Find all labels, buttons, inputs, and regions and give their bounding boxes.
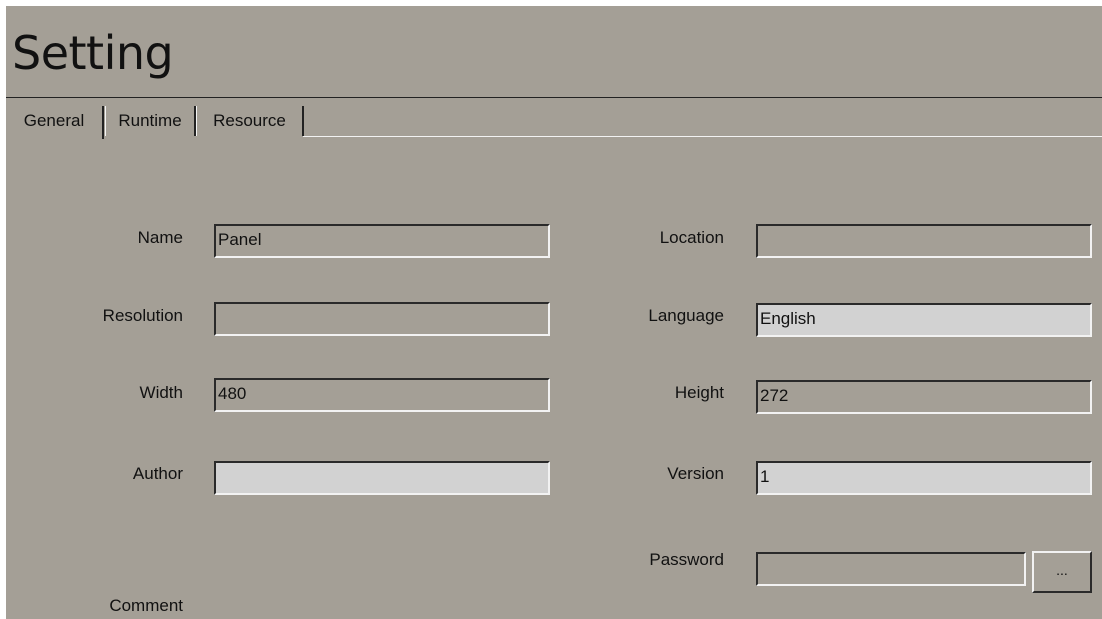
- password-browse-button[interactable]: ...: [1032, 551, 1092, 593]
- author-label: Author: [132, 464, 183, 483]
- version-label: Version: [667, 464, 724, 483]
- page-title: Setting: [12, 26, 174, 80]
- tab-bar: General Runtime Resource: [6, 106, 1102, 139]
- password-label: Password: [649, 550, 724, 569]
- tab-resource[interactable]: Resource: [196, 106, 304, 136]
- tab-runtime[interactable]: Runtime: [105, 106, 196, 136]
- height-field[interactable]: 272: [756, 380, 1092, 414]
- password-field[interactable]: [756, 552, 1026, 586]
- width-label: Width: [139, 383, 183, 402]
- height-label: Height: [674, 383, 724, 402]
- location-field[interactable]: [756, 224, 1092, 258]
- tab-baseline: [303, 136, 1102, 137]
- name-field[interactable]: Panel: [214, 224, 550, 258]
- resolution-label: Resolution: [102, 306, 183, 325]
- location-label: Location: [659, 228, 724, 247]
- author-field[interactable]: [214, 461, 550, 495]
- width-field[interactable]: 480: [214, 378, 550, 412]
- tab-divider: [102, 106, 104, 139]
- resolution-field[interactable]: [214, 302, 550, 336]
- title-divider: [6, 97, 1102, 98]
- version-field[interactable]: 1: [756, 461, 1092, 495]
- language-label: Language: [648, 306, 724, 325]
- language-field[interactable]: English: [756, 303, 1092, 337]
- settings-window: Setting General Runtime Resource Name Pa…: [6, 6, 1102, 619]
- name-label: Name: [137, 228, 183, 247]
- tab-general[interactable]: General: [6, 106, 102, 136]
- comment-label: Comment: [109, 596, 183, 615]
